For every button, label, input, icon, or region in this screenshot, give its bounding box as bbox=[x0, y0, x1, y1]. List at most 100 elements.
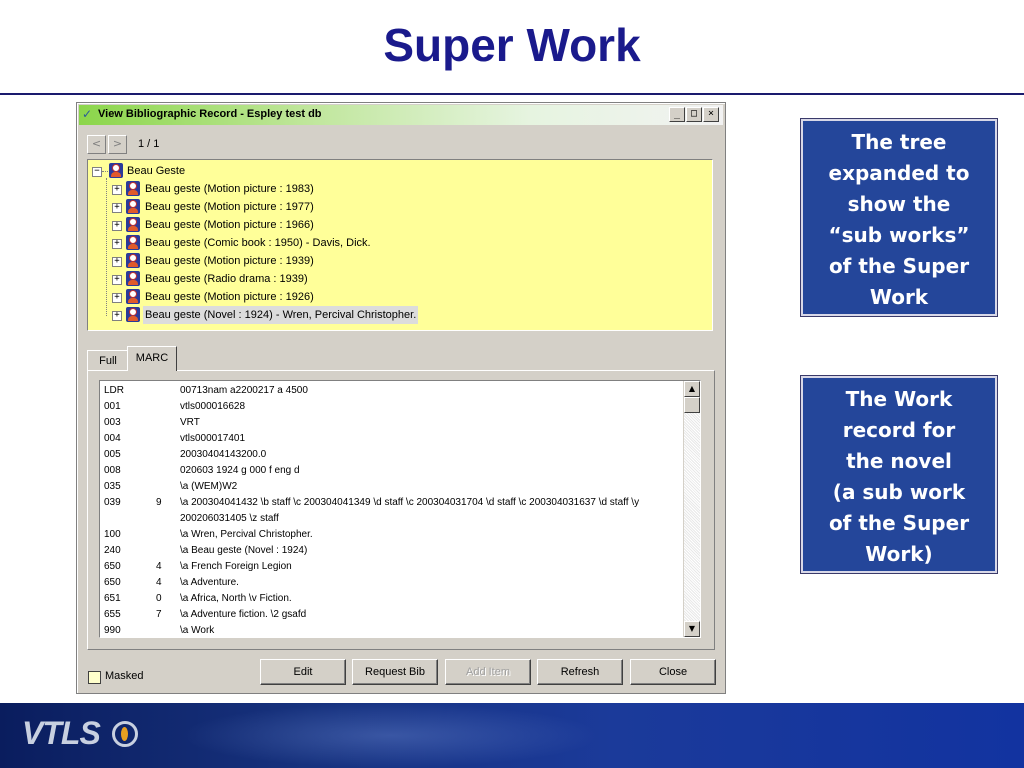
marc-tab-panel: LDR 00713nam a2200217 a 4500 001 vtls000016… bbox=[87, 370, 715, 650]
marc-value: \a Adventure fiction. \2 gsafd bbox=[180, 609, 307, 620]
tab-full[interactable]: Full bbox=[87, 350, 129, 371]
expand-icon[interactable]: + bbox=[112, 257, 122, 267]
marc-indicator: 4 bbox=[156, 561, 162, 572]
expand-icon[interactable]: + bbox=[112, 311, 122, 321]
masked-checkbox[interactable] bbox=[88, 671, 101, 684]
refresh-button[interactable]: Refresh bbox=[537, 659, 623, 685]
scroll-thumb[interactable] bbox=[684, 397, 700, 413]
expand-icon[interactable]: + bbox=[112, 293, 122, 303]
marc-value: \a 200304041432 \b staff \c 200304041349… bbox=[180, 497, 640, 508]
tree-child-selected[interactable]: + Beau geste (Novel : 1924) - Wren, Perc… bbox=[88, 306, 708, 324]
callout-line: The Work bbox=[845, 387, 953, 411]
tab-marc[interactable]: MARC bbox=[127, 346, 177, 371]
marc-value: 200206031405 \z staff bbox=[180, 513, 279, 524]
callout-line: “sub works” bbox=[828, 223, 970, 247]
marc-tag: LDR bbox=[104, 385, 125, 396]
close-window-button[interactable]: × bbox=[703, 107, 719, 122]
title-divider bbox=[0, 93, 1024, 95]
callout-line: Work bbox=[869, 285, 929, 309]
minimize-button[interactable]: _ bbox=[669, 107, 685, 122]
tree-child[interactable]: + Beau geste (Radio drama : 1939) bbox=[88, 270, 708, 288]
expand-icon[interactable]: + bbox=[112, 185, 122, 195]
callout-line: record for bbox=[842, 418, 956, 442]
window-controls: _ □ × bbox=[669, 107, 719, 122]
tree-child[interactable]: + Beau geste (Motion picture : 1966) bbox=[88, 216, 708, 234]
expand-icon[interactable]: + bbox=[112, 203, 122, 213]
marc-tag: 003 bbox=[104, 417, 121, 428]
request-bib-button[interactable]: Request Bib bbox=[352, 659, 438, 685]
marc-value: \a Beau geste (Novel : 1924) bbox=[180, 545, 308, 556]
person-icon bbox=[126, 271, 140, 286]
app-check-icon: ✓ bbox=[82, 107, 93, 121]
callout-line: of the Super bbox=[828, 254, 970, 278]
person-icon bbox=[126, 181, 140, 196]
marc-indicator: 9 bbox=[156, 497, 162, 508]
person-icon bbox=[109, 163, 123, 178]
tree-child-label: Beau geste (Motion picture : 1926) bbox=[145, 291, 314, 303]
person-icon bbox=[126, 289, 140, 304]
marc-indicator: 7 bbox=[156, 609, 162, 620]
tree-child[interactable]: + Beau geste (Motion picture : 1939) bbox=[88, 252, 708, 270]
marc-value: \a (WEM)W2 bbox=[180, 481, 238, 492]
expand-icon[interactable]: + bbox=[112, 275, 122, 285]
expand-icon[interactable]: + bbox=[112, 221, 122, 231]
footer-banner: VTLS bbox=[0, 703, 1024, 768]
marc-value: 020603 1924 g 000 f eng d bbox=[180, 465, 300, 476]
record-pager: 1 / 1 bbox=[138, 138, 160, 150]
slide-title: Super Work bbox=[383, 19, 641, 71]
callout-line: (a sub work bbox=[832, 480, 966, 504]
tree-child[interactable]: + Beau geste (Motion picture : 1926) bbox=[88, 288, 708, 306]
tree-child-label: Beau geste (Motion picture : 1966) bbox=[145, 219, 314, 231]
expand-icon[interactable]: + bbox=[112, 239, 122, 249]
marc-tag: 650 bbox=[104, 561, 121, 572]
tree-root[interactable]: − Beau Geste bbox=[88, 162, 708, 180]
prev-record-button[interactable]: < bbox=[87, 135, 106, 154]
tree-child-label: Beau geste (Novel : 1924) - Wren, Perciv… bbox=[143, 306, 419, 324]
scroll-up-icon[interactable]: ▲ bbox=[684, 381, 700, 397]
marc-indicator: 0 bbox=[156, 593, 162, 604]
callout-work-record: The Work record for the novel (a sub wor… bbox=[800, 375, 998, 574]
callout-tree-expanded: The tree expanded to show the “sub works… bbox=[800, 118, 998, 317]
person-icon bbox=[126, 307, 140, 322]
marc-record-view[interactable]: LDR 00713nam a2200217 a 4500 001 vtls000016… bbox=[99, 380, 701, 638]
callout-line: of the Super bbox=[828, 511, 970, 535]
tree-child[interactable]: + Beau geste (Comic book : 1950) - Davis… bbox=[88, 234, 708, 252]
collapse-icon[interactable]: − bbox=[92, 167, 102, 177]
marc-tag: 240 bbox=[104, 545, 121, 556]
scroll-down-icon[interactable]: ▼ bbox=[684, 621, 700, 637]
person-icon bbox=[126, 235, 140, 250]
marc-value: VRT bbox=[180, 417, 200, 428]
tree-child[interactable]: + Beau geste (Motion picture : 1983) bbox=[88, 180, 708, 198]
tree-child[interactable]: + Beau geste (Motion picture : 1977) bbox=[88, 198, 708, 216]
work-tree[interactable]: − Beau Geste + Beau geste (Motion pictur… bbox=[87, 159, 713, 331]
footer-decoration bbox=[180, 703, 600, 768]
add-item-button[interactable]: Add Item bbox=[445, 659, 531, 685]
marc-value: \a French Foreign Legion bbox=[180, 561, 292, 572]
edit-button[interactable]: Edit bbox=[260, 659, 346, 685]
marc-tag: 004 bbox=[104, 433, 121, 444]
marc-scrollbar[interactable]: ▲ ▼ bbox=[683, 381, 700, 637]
bib-record-window: ✓ View Bibliographic Record - Espley tes… bbox=[76, 102, 726, 694]
marc-tag: 005 bbox=[104, 449, 121, 460]
marc-tag: 650 bbox=[104, 577, 121, 588]
callout-line: the novel bbox=[846, 449, 952, 473]
marc-tag: 100 bbox=[104, 529, 121, 540]
marc-value: \a Adventure. bbox=[180, 577, 239, 588]
maximize-button[interactable]: □ bbox=[686, 107, 702, 122]
masked-label: Masked bbox=[105, 670, 144, 682]
window-title: View Bibliographic Record - Espley test … bbox=[98, 108, 322, 120]
next-record-button[interactable]: > bbox=[108, 135, 127, 154]
close-button[interactable]: Close bbox=[630, 659, 716, 685]
person-icon bbox=[126, 199, 140, 214]
callout-line: show the bbox=[847, 192, 951, 216]
marc-value: 00713nam a2200217 a 4500 bbox=[180, 385, 308, 396]
marc-tag: 039 bbox=[104, 497, 121, 508]
tree-child-label: Beau geste (Motion picture : 1977) bbox=[145, 201, 314, 213]
callout-line: expanded to bbox=[828, 161, 970, 185]
marc-tag: 035 bbox=[104, 481, 121, 492]
marc-value: vtls000016628 bbox=[180, 401, 246, 412]
window-titlebar[interactable]: ✓ View Bibliographic Record - Espley tes… bbox=[79, 105, 723, 125]
marc-value: vtls000017401 bbox=[180, 433, 246, 444]
tree-child-label: Beau geste (Motion picture : 1939) bbox=[145, 255, 314, 267]
callout-line: Work) bbox=[865, 542, 933, 566]
